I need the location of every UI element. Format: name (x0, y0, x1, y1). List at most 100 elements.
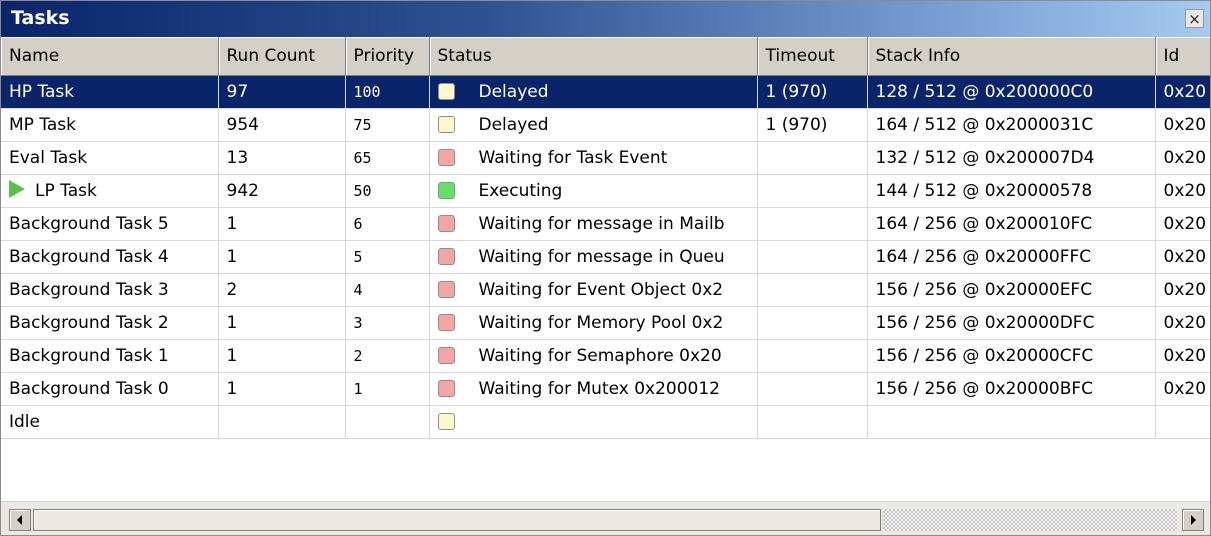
task-row[interactable]: Background Task 1 1 2 Waiting for Semaphore… (1, 339, 1210, 373)
stack-info-cell: 156 / 256 @ 0x20000EFC (867, 273, 1156, 307)
stack-info-cell-text: 164 / 512 @ 0x2000031C (875, 114, 1094, 135)
id-cell: 0x20 (1155, 339, 1210, 373)
column-header-timeout[interactable]: Timeout (757, 37, 868, 76)
run-count-cell: 1 (218, 306, 346, 340)
priority-cell: 100 (345, 75, 430, 109)
horizontal-scrollbar[interactable] (1, 501, 1210, 535)
column-header-run-count[interactable]: Run Count (218, 37, 346, 76)
task-row[interactable]: Background Task 4 1 5 Waiting for message i… (1, 240, 1210, 274)
task-row[interactable]: Eval Task 13 65 Waiting for Task Event 132 /… (1, 141, 1210, 175)
close-button[interactable]: × (1185, 9, 1204, 28)
task-row[interactable]: Background Task 3 2 4 Waiting for Event Obj… (1, 273, 1210, 307)
task-row[interactable]: Idle (1, 405, 1210, 439)
scroll-left-button[interactable] (9, 509, 31, 531)
task-name-cell-text: Idle (9, 411, 40, 432)
window-title: Tasks (11, 7, 70, 29)
run-count-cell-text: 1 (226, 378, 238, 399)
task-row[interactable]: Background Task 2 1 3 Waiting for Memory Po… (1, 306, 1210, 340)
id-cell: 0x20 (1155, 75, 1210, 109)
run-count-cell-text: 1 (226, 345, 238, 366)
column-header-priority[interactable]: Priority (345, 37, 430, 76)
status-cell: Waiting for Event Object 0x2 (429, 273, 758, 307)
id-cell-text: 0x20 (1163, 147, 1207, 168)
run-count-cell: 1 (218, 372, 346, 406)
task-name-cell: Background Task 2 (1, 306, 219, 340)
task-name-cell-text: Background Task 0 (9, 378, 169, 399)
priority-cell-text: 3 (353, 313, 363, 332)
run-count-cell: 954 (218, 108, 346, 142)
status-color-icon (437, 247, 455, 265)
status-color-icon (437, 181, 455, 199)
stack-info-cell-text: 156 / 256 @ 0x20000CFC (875, 345, 1094, 366)
run-count-cell: 1 (218, 207, 346, 241)
status-cell-text: Delayed (478, 114, 549, 135)
timeout-cell-text: 1 (970) (765, 81, 828, 102)
stack-info-cell: 144 / 512 @ 0x20000578 (867, 174, 1156, 208)
scroll-right-button[interactable] (1182, 509, 1204, 531)
stack-info-cell: 128 / 512 @ 0x200000C0 (867, 75, 1156, 109)
running-icon (9, 180, 25, 198)
status-cell-text: Waiting for message in Queu (478, 246, 725, 267)
stack-info-cell-text: 164 / 256 @ 0x200010FC (875, 213, 1093, 234)
stack-info-cell-text: 156 / 256 @ 0x20000BFC (875, 378, 1094, 399)
task-name-cell: HP Task (1, 75, 219, 109)
stack-info-cell-text: 164 / 256 @ 0x20000FFC (875, 246, 1092, 267)
column-header-status[interactable]: Status (429, 37, 758, 76)
stack-info-cell-text: 156 / 256 @ 0x20000DFC (875, 312, 1095, 333)
column-header-stack-info[interactable]: Stack Info (867, 37, 1156, 76)
status-cell-text: Waiting for Semaphore 0x20 (478, 345, 722, 366)
task-row[interactable]: LP Task 942 50 Executing 144 / 512 @ 0x20000… (1, 174, 1210, 208)
task-row[interactable]: Background Task 5 1 6 Waiting for message i… (1, 207, 1210, 241)
id-cell: 0x20 (1155, 306, 1210, 340)
stack-info-cell (867, 405, 1156, 439)
task-name-cell-text: Background Task 2 (9, 312, 169, 333)
priority-cell: 2 (345, 339, 430, 373)
run-count-cell-text: 1 (226, 213, 238, 234)
task-row[interactable]: Background Task 0 1 1 Waiting for Mutex 0x2… (1, 372, 1210, 406)
stack-info-cell: 132 / 512 @ 0x200007D4 (867, 141, 1156, 175)
priority-cell: 3 (345, 306, 430, 340)
task-row[interactable]: HP Task 97 100 Delayed 1 (970) 128 / 512 @ 0x… (1, 75, 1210, 109)
status-cell-text: Waiting for Mutex 0x200012 (478, 378, 721, 399)
priority-cell-text: 1 (353, 379, 363, 398)
run-count-cell-text: 97 (226, 81, 249, 102)
run-count-cell: 1 (218, 339, 346, 373)
column-header-name[interactable]: Name (1, 37, 219, 76)
priority-cell (345, 405, 430, 439)
column-header-id[interactable]: Id (1155, 37, 1210, 76)
status-cell: Delayed (429, 108, 758, 142)
status-color-icon (437, 280, 455, 298)
task-name-cell: Eval Task (1, 141, 219, 175)
task-name-cell-text: LP Task (35, 181, 97, 201)
id-cell-text: 0x20 (1163, 213, 1207, 234)
timeout-cell (757, 207, 868, 241)
task-name-cell-text: Background Task 5 (9, 213, 169, 234)
id-cell: 0x20 (1155, 372, 1210, 406)
task-name-cell: Background Task 4 (1, 240, 219, 274)
status-color-icon (437, 214, 455, 232)
timeout-cell (757, 405, 868, 439)
status-cell: Waiting for Semaphore 0x20 (429, 339, 758, 373)
status-cell: Delayed (429, 75, 758, 109)
task-name-cell-text: Background Task 1 (9, 345, 169, 366)
task-table: Name Run Count Priority Status Timeout S… (1, 37, 1210, 493)
status-cell-text: Waiting for Task Event (478, 147, 668, 168)
id-cell: 0x20 (1155, 174, 1210, 208)
stack-info-cell: 164 / 512 @ 0x2000031C (867, 108, 1156, 142)
stack-info-cell-text: 128 / 512 @ 0x200000C0 (875, 81, 1094, 102)
task-name-cell-text: HP Task (9, 81, 75, 102)
scrollbar-thumb[interactable] (33, 509, 881, 531)
arrow-left-icon (17, 515, 22, 525)
timeout-cell: 1 (970) (757, 108, 868, 142)
status-cell: Waiting for message in Mailb (429, 207, 758, 241)
priority-cell-text: 4 (353, 280, 363, 299)
timeout-cell (757, 306, 868, 340)
status-color-icon (437, 115, 455, 133)
stack-info-cell-text: 144 / 512 @ 0x20000578 (875, 180, 1093, 201)
scrollbar-track[interactable] (883, 509, 1177, 531)
run-count-cell (218, 405, 346, 439)
status-cell-text: Delayed (478, 81, 549, 102)
task-name-cell: LP Task (1, 174, 219, 208)
priority-cell-text: 50 (353, 181, 372, 200)
task-row[interactable]: MP Task 954 75 Delayed 1 (970) 164 / 512 @ 0x… (1, 108, 1210, 142)
